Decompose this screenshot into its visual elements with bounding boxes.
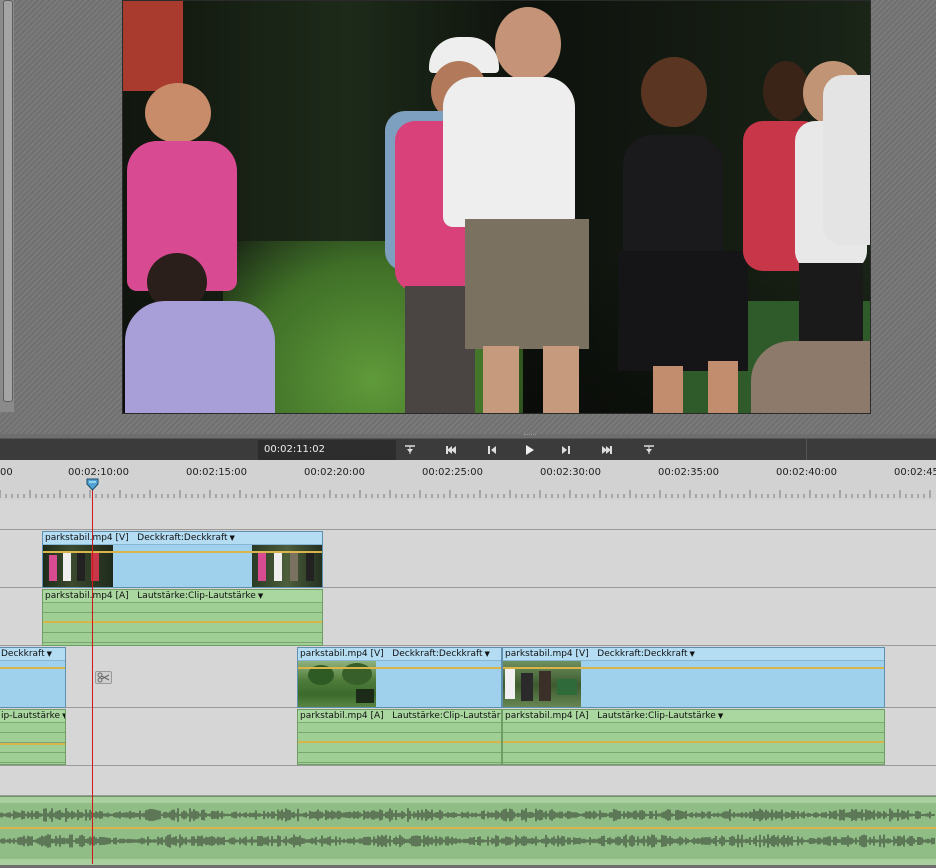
person-leg (653, 366, 683, 413)
chevron-down-icon[interactable]: ▼ (718, 710, 723, 722)
clip-header: parkstabil.mp4 [V] Deckkraft:Deckkraft ▼ (43, 532, 322, 545)
volume-level-line[interactable] (503, 741, 884, 743)
opacity-level-line[interactable] (503, 667, 884, 669)
goto-in-icon[interactable] (397, 441, 423, 459)
clip-name: parkstabil.mp4 [A] (45, 591, 129, 601)
goto-out-icon[interactable] (636, 441, 662, 459)
person-leg (543, 346, 579, 413)
video-clip[interactable]: parkstabil.mp4 [V] Deckkraft:Deckkraft ▼ (502, 647, 885, 708)
video-clip[interactable]: Deckkraft ▼ (0, 647, 66, 708)
audio-channels (43, 603, 322, 645)
video-clip[interactable]: parkstabil.mp4 [V] Deckkraft:Deckkraft ▼ (297, 647, 502, 708)
clip-name: parkstabil.mp4 [V] (300, 649, 384, 659)
audio-channels (298, 723, 501, 764)
person-white-shirt (823, 75, 870, 245)
audio-clip[interactable]: ip-Lautstärke▼ (0, 709, 66, 765)
playhead-line[interactable] (92, 490, 93, 864)
chevron-down-icon[interactable]: ▼ (230, 532, 235, 544)
goto-previous-edit-icon[interactable] (438, 441, 464, 459)
audio-clip[interactable]: parkstabil.mp4 [A] Lautstärke:Clip-Lauts… (42, 589, 323, 646)
audio-clip[interactable]: parkstabil.mp4 [A] Lautstärke:Clip-Lauts… (502, 709, 885, 765)
empty-track (0, 500, 936, 530)
current-timecode[interactable]: 00:02:11:02 (258, 440, 396, 460)
clip-header: parkstabil.mp4 [V] Deckkraft:Deckkraft ▼ (298, 648, 501, 661)
clip-header: parkstabil.mp4 [A] Lautstärke:Clip-Lauts… (298, 710, 501, 723)
volume-level-line[interactable] (0, 743, 65, 745)
transport-divider (806, 439, 807, 461)
person-head (495, 7, 561, 81)
opacity-level-line[interactable] (43, 551, 322, 553)
person-white-tshirt (443, 77, 575, 227)
transport-bar: 00:02:11:02 (0, 438, 936, 462)
clip-header: parkstabil.mp4 [V] Deckkraft:Deckkraft ▼ (503, 648, 884, 661)
chevron-down-icon[interactable]: ▼ (690, 648, 695, 660)
ruler-label: 00:02:30:00 (540, 467, 602, 478)
goto-next-edit-icon[interactable] (594, 441, 620, 459)
person-black-top (623, 135, 723, 255)
chevron-down-icon[interactable]: ▼ (62, 710, 65, 722)
person-black-skirt (618, 251, 748, 371)
ruler-label: 00:02:25:00 (422, 467, 484, 478)
video-preview-frame (122, 0, 871, 414)
ruler-label: 00:02:15:00 (186, 467, 248, 478)
background-red-structure (123, 1, 183, 91)
chevron-down-icon[interactable]: ▼ (258, 590, 263, 602)
clip-name: parkstabil.mp4 [V] (505, 649, 589, 659)
ruler-label: 00:02:40:00 (776, 467, 838, 478)
scissors-icon[interactable] (95, 671, 112, 684)
clip-header: parkstabil.mp4 [A] Lautstärke:Clip-Lauts… (43, 590, 322, 603)
clip-name: parkstabil.mp4 [V] (45, 533, 129, 543)
clip-effect-menu[interactable]: Deckkraft:Deckkraft (137, 533, 227, 543)
clip-effect-menu[interactable]: Deckkraft:Deckkraft (597, 649, 687, 659)
clip-effect-menu[interactable]: Lautstärke:Clip-Lautstärke (597, 711, 716, 721)
audio-waveform (0, 797, 936, 865)
clip-name: parkstabil.mp4 [A] (505, 711, 589, 721)
video-clip[interactable]: parkstabil.mp4 [V] Deckkraft:Deckkraft ▼ (42, 531, 323, 588)
ruler-label: 00:02:20:00 (304, 467, 366, 478)
opacity-level-line[interactable] (0, 667, 65, 669)
person-lavender-shirt (125, 301, 275, 413)
clip-effect-menu[interactable]: ip-Lautstärke (1, 711, 60, 721)
person-leg (708, 361, 738, 413)
step-back-icon[interactable] (479, 441, 505, 459)
audio-channels (503, 723, 884, 764)
person-khaki-shorts (465, 219, 589, 349)
clip-effect-menu[interactable]: Lautstärke:Clip-Lautstärke (392, 711, 501, 721)
person-head (641, 57, 707, 127)
clip-effect-menu[interactable]: Deckkraft (1, 649, 45, 659)
play-icon[interactable] (516, 441, 542, 459)
audio-clip[interactable]: parkstabil.mp4 [A] Lautstärke:Clip-Lauts… (297, 709, 502, 765)
clip-effect-menu[interactable]: Lautstärke:Clip-Lautstärke (137, 591, 256, 601)
audio-waveform-track[interactable] (0, 796, 936, 865)
ruler-label: 00 (0, 467, 13, 478)
step-forward-icon[interactable] (553, 441, 579, 459)
clip-header: ip-Lautstärke▼ (0, 710, 65, 723)
chevron-down-icon[interactable]: ▼ (47, 648, 52, 660)
ruler-ticks (0, 490, 931, 498)
scrollbar-thumb[interactable] (3, 0, 13, 402)
empty-track (0, 766, 936, 796)
clip-effect-menu[interactable]: Deckkraft:Deckkraft (392, 649, 482, 659)
playhead-handle[interactable] (86, 478, 99, 491)
person-foreground-arm (751, 341, 870, 413)
clip-header: Deckkraft ▼ (0, 648, 65, 661)
volume-level-line[interactable] (43, 621, 322, 623)
volume-level-line[interactable] (298, 741, 501, 743)
opacity-level-line[interactable] (298, 667, 501, 669)
ruler-label: 00:02:45: (894, 467, 936, 478)
chevron-down-icon[interactable]: ▼ (485, 648, 490, 660)
clip-header: parkstabil.mp4 [A] Lautstärke:Clip-Lauts… (503, 710, 884, 723)
left-panel-scrollbar[interactable] (0, 0, 14, 412)
person-leg (483, 346, 519, 413)
person-head (145, 83, 211, 143)
ruler-label: 00:02:10:00 (68, 467, 130, 478)
volume-level-line (0, 827, 936, 829)
ruler-label: 00:02:35:00 (658, 467, 720, 478)
clip-name: parkstabil.mp4 [A] (300, 711, 384, 721)
